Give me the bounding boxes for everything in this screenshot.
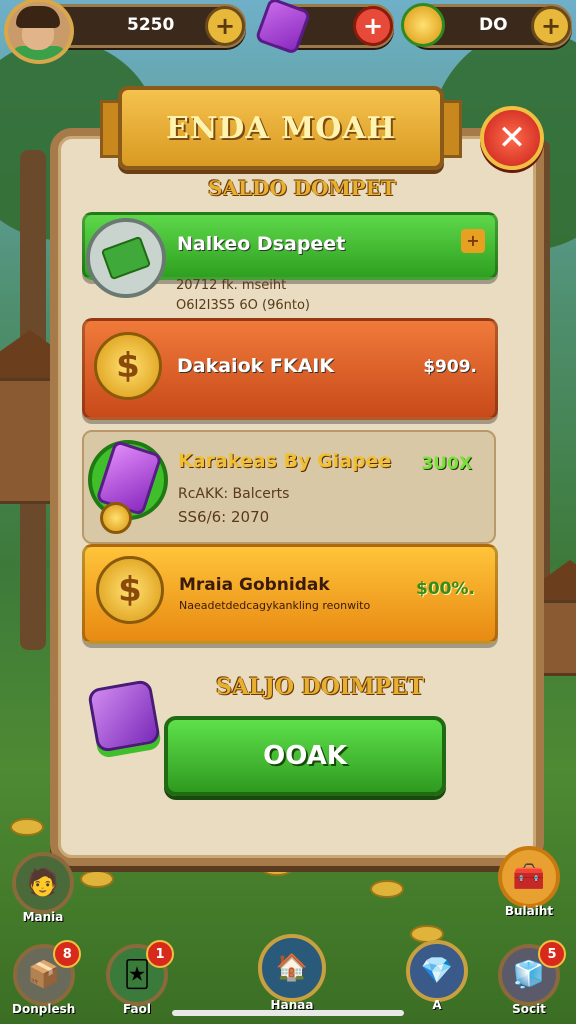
nav-label: A	[432, 998, 442, 1012]
row-price: 3U0X	[421, 454, 472, 474]
section-title-wallet-2: SALJO DOIMPET	[216, 674, 425, 700]
plus-icon: +	[540, 12, 562, 40]
add-coins-button[interactable]: +	[205, 6, 245, 46]
row-price: $909.	[423, 357, 477, 377]
add-currency-button[interactable]: +	[531, 6, 571, 46]
row-label: Dakaiok FKAIK	[177, 355, 335, 377]
row-subtext: Naeadetdedcagykankling reonwito	[179, 599, 371, 612]
panel-title: ENDA MOAH	[166, 110, 396, 146]
dollar-coin-icon: $	[94, 332, 162, 400]
plus-icon: +	[362, 12, 384, 40]
notification-badge: 5	[538, 940, 566, 968]
nav-label: Socit	[512, 1002, 546, 1016]
row-subtext: RcAKK: Balcerts	[178, 486, 290, 502]
notification-badge: 1	[146, 940, 174, 968]
notification-badge: 8	[53, 940, 82, 968]
small-coin-icon	[100, 502, 132, 534]
row-subtext: SS6/6: 2070	[178, 508, 270, 526]
close-button[interactable]: ✕	[480, 106, 544, 170]
nav-item-a[interactable]: 💎 A	[406, 940, 468, 1012]
gems-bar: +	[254, 0, 394, 56]
row-subtext: O6I2I3S5 6O (96nto)	[176, 298, 310, 313]
row-label: Nalkeo Dsapeet	[177, 233, 346, 255]
currency-bar: DO +	[401, 3, 572, 48]
gem-icon	[254, 0, 312, 56]
plus-icon: +	[214, 12, 236, 40]
section-title-wallet: SALDO DOMPET	[208, 176, 396, 200]
nav-label: Bulaiht	[504, 904, 554, 918]
nav-item-socit[interactable]: 🧊 Socit 5	[498, 940, 566, 1016]
coin-stack-icon	[401, 3, 445, 47]
close-icon: ✕	[497, 118, 527, 158]
row-label: Mraia Gobnidak	[179, 575, 330, 595]
currency-value: DO	[479, 15, 508, 35]
nav-item-home[interactable]: 🏠 Hanaa	[258, 934, 326, 1012]
panel-title-banner: ENDA MOAH	[118, 86, 444, 170]
confirm-label: OOAK	[263, 741, 347, 771]
nav-item-faol[interactable]: 🃏 Faol 1	[106, 940, 174, 1016]
nav-label: Mania	[22, 910, 64, 924]
coins-value: 5250	[127, 15, 175, 35]
add-gems-button[interactable]: +	[353, 6, 393, 46]
dollar-coin-icon: $	[96, 556, 164, 624]
row-label: Karakeas By Giapee	[178, 450, 392, 472]
home-icon: 🏠	[258, 934, 326, 1002]
hud-avatar[interactable]	[4, 0, 74, 64]
character-icon: 🧑	[12, 852, 74, 914]
box-icon: 🧰	[498, 846, 560, 908]
nav-item-mania[interactable]: 🧑 Mania	[12, 852, 74, 924]
row-price: $00%.	[416, 579, 475, 599]
crystal-icon: 💎	[406, 940, 468, 1002]
cash-icon	[86, 218, 166, 298]
confirm-button[interactable]: OOAK	[164, 716, 446, 796]
nav-item-donplesh[interactable]: 📦 Donplesh 8	[12, 940, 82, 1016]
dice-icon	[86, 678, 162, 754]
add-icon: +	[461, 229, 485, 253]
home-indicator	[172, 1010, 404, 1016]
row-subtext: 20712 fk. mseiht	[176, 278, 287, 293]
nav-label: Donplesh	[12, 1002, 76, 1016]
nav-item-bulaiht[interactable]: 🧰 Bulaiht	[498, 846, 560, 918]
nav-label: Faol	[123, 1002, 151, 1016]
